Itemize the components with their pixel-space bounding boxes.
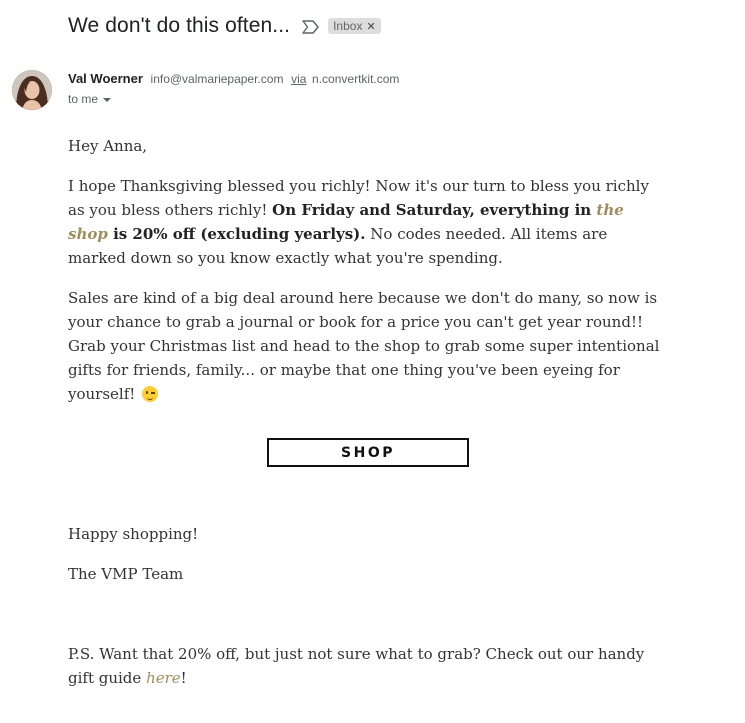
label-important-icon[interactable] bbox=[302, 20, 320, 34]
paragraph-1-bold-b: is 20% off (excluding yearlys). bbox=[107, 225, 366, 243]
greeting: Hey Anna, bbox=[68, 137, 148, 155]
close-icon[interactable]: ✕ bbox=[366, 20, 375, 33]
recipient-dropdown[interactable]: to me bbox=[68, 92, 112, 106]
email-subject: We don't do this often... bbox=[68, 14, 291, 37]
winking-face-emoji bbox=[142, 386, 159, 402]
postscript-text-b: ! bbox=[180, 669, 187, 687]
subject-row: We don't do this often... Inbox ✕ bbox=[68, 14, 381, 38]
gift-guide-link[interactable]: here bbox=[146, 669, 181, 687]
shop-button[interactable]: SHOP bbox=[267, 438, 469, 467]
avatar[interactable] bbox=[12, 70, 52, 110]
paragraph-1-bold-a: On Friday and Saturday, everything in bbox=[272, 201, 597, 219]
inbox-label-text: Inbox bbox=[333, 19, 363, 33]
closing-line-1: Happy shopping! bbox=[68, 525, 199, 543]
inbox-label-chip[interactable]: Inbox ✕ bbox=[328, 18, 381, 34]
chevron-down-icon[interactable] bbox=[103, 97, 112, 102]
recipient-text: to me bbox=[68, 92, 99, 106]
closing-signature: The VMP Team bbox=[68, 565, 184, 583]
via-domain: n.convertkit.com bbox=[312, 72, 400, 86]
via-link[interactable]: via bbox=[291, 72, 306, 86]
sender-row: Val Woerner info@valmariepaper.com via n… bbox=[68, 71, 399, 86]
sender-name[interactable]: Val Woerner bbox=[68, 71, 143, 86]
paragraph-2: Sales are kind of a big deal around here… bbox=[68, 286, 673, 406]
sender-email: info@valmariepaper.com bbox=[150, 72, 284, 86]
paragraph-2-text: Sales are kind of a big deal around here… bbox=[68, 289, 660, 403]
paragraph-1: I hope Thanksgiving blessed you richly! … bbox=[68, 174, 668, 270]
postscript: P.S. Want that 20% off, but just not sur… bbox=[68, 642, 668, 690]
